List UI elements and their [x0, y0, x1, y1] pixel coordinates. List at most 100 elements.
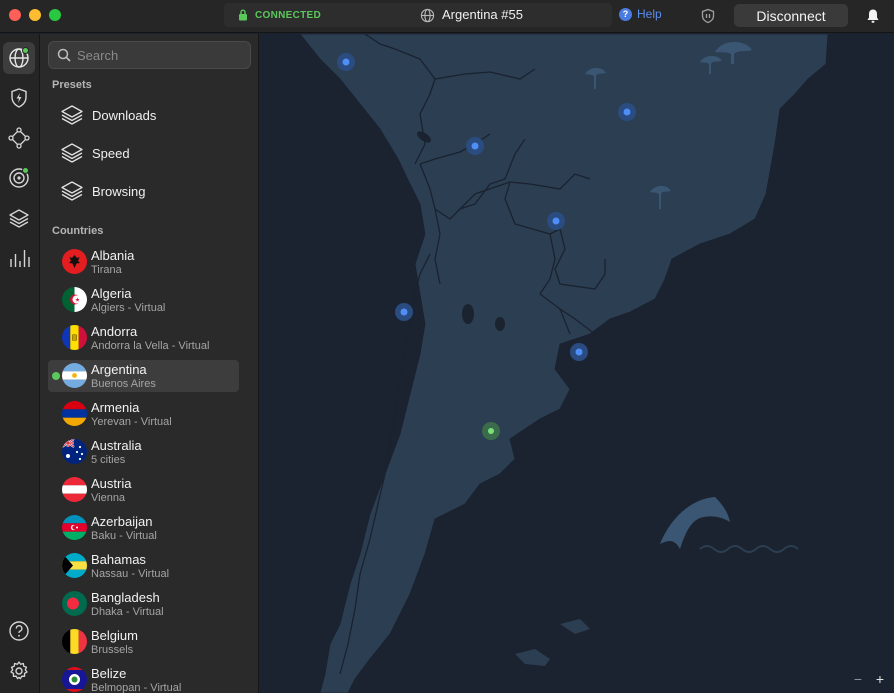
algeria-flag-icon — [62, 287, 87, 312]
country-name: Bahamas — [91, 552, 146, 567]
server-marker[interactable] — [395, 303, 413, 321]
country-name: Argentina — [91, 362, 147, 377]
country-name: Austria — [91, 476, 132, 491]
title-bar: CONNECTED Argentina #55 ? Help Disconnec… — [0, 0, 894, 33]
country-azerbaijan[interactable]: Azerbaijan Baku - Virtual — [48, 512, 239, 544]
close-window-button[interactable] — [9, 9, 21, 21]
gear-icon — [10, 661, 28, 680]
zoom-out-button[interactable]: − — [852, 671, 864, 687]
belize-flag-icon — [62, 667, 87, 692]
country-name: Bangladesh — [91, 590, 160, 605]
country-city: Brussels — [91, 644, 134, 656]
country-city: Andorra la Vella - Virtual — [91, 340, 210, 352]
server-marker[interactable] — [618, 103, 636, 121]
connected-server-marker[interactable] — [482, 422, 500, 440]
rail-globe-button[interactable] — [3, 42, 35, 74]
country-city: Vienna — [91, 492, 126, 504]
country-city: Algiers - Virtual — [91, 302, 166, 314]
shield-lightning-icon — [11, 88, 27, 108]
lake — [462, 304, 474, 324]
australia-flag-icon — [62, 439, 87, 464]
search-icon — [57, 48, 71, 62]
country-name: Armenia — [91, 400, 140, 415]
country-bangladesh[interactable]: Bangladesh Dhaka - Virtual — [48, 588, 239, 620]
azerbaijan-flag-icon — [62, 515, 87, 540]
server-marker[interactable] — [570, 343, 588, 361]
rail-meshnet-button[interactable] — [3, 122, 35, 154]
preset-browsing[interactable]: Browsing — [60, 176, 250, 206]
argentina-flag-icon — [62, 363, 87, 388]
country-city: Nassau - Virtual — [91, 568, 170, 580]
server-marker[interactable] — [337, 53, 355, 71]
connection-status-text: CONNECTED — [255, 10, 322, 21]
server-name: Argentina #55 — [442, 7, 523, 22]
zoom-controls: − + — [852, 671, 886, 687]
minimize-window-button[interactable] — [29, 9, 41, 21]
layers-icon — [61, 181, 83, 201]
notifications-bell-icon[interactable] — [866, 8, 880, 24]
preset-downloads[interactable]: Downloads — [60, 100, 250, 130]
country-bahamas[interactable]: Bahamas Nassau - Virtual — [48, 550, 239, 582]
country-name: Albania — [91, 248, 135, 263]
wave-decoration — [699, 545, 799, 553]
austria-flag-icon — [62, 477, 87, 502]
search-input[interactable] — [77, 46, 245, 64]
world-map[interactable]: − + — [260, 34, 894, 693]
rail-specialty-servers-button[interactable] — [3, 202, 35, 234]
threat-protection-icon[interactable] — [700, 8, 716, 24]
country-argentina[interactable]: Argentina Buenos Aires — [48, 360, 239, 392]
country-city: Buenos Aires — [91, 378, 156, 390]
alert-badge — [22, 167, 29, 174]
country-name: Andorra — [91, 324, 138, 339]
zoom-in-button[interactable]: + — [874, 671, 886, 687]
belgium-flag-icon — [62, 629, 87, 654]
country-name: Belgium — [91, 628, 138, 643]
country-algeria[interactable]: Algeria Algiers - Virtual — [48, 284, 239, 316]
preset-label: Browsing — [92, 183, 146, 199]
preset-label: Downloads — [92, 107, 157, 123]
server-marker[interactable] — [547, 212, 565, 230]
bahamas-flag-icon — [62, 553, 87, 578]
preset-label: Speed — [92, 145, 130, 161]
country-armenia[interactable]: Armenia Yerevan - Virtual — [48, 398, 239, 430]
question-circle-icon: ? — [619, 7, 632, 21]
dolphin-icon — [660, 497, 730, 549]
andorra-flag-icon — [62, 325, 87, 350]
country-andorra[interactable]: Andorra Andorra la Vella - Virtual — [48, 322, 239, 354]
rail-help-button[interactable] — [3, 615, 35, 647]
navigation-rail — [0, 34, 40, 693]
country-city: 5 cities — [91, 454, 126, 466]
rail-threat-protection-button[interactable] — [3, 82, 35, 114]
lock-icon — [239, 9, 247, 21]
app-window: CONNECTED Argentina #55 ? Help Disconnec… — [0, 0, 894, 693]
country-name: Azerbaijan — [91, 514, 153, 529]
country-city: Dhaka - Virtual — [91, 606, 164, 618]
country-australia[interactable]: Australia 5 cities — [48, 436, 239, 468]
rail-settings-button[interactable] — [3, 655, 35, 687]
layers-icon — [61, 105, 83, 125]
armenia-flag-icon — [62, 401, 87, 426]
help-link[interactable]: ? Help — [619, 7, 662, 21]
country-austria[interactable]: Austria Vienna — [48, 474, 239, 506]
search-box — [48, 41, 251, 69]
country-city: Yerevan - Virtual — [91, 416, 172, 428]
server-marker[interactable] — [466, 137, 484, 155]
bar-chart-icon — [10, 250, 30, 267]
zoom-window-button[interactable] — [49, 9, 61, 21]
connected-badge — [22, 47, 29, 54]
rail-stats-button[interactable] — [3, 242, 35, 274]
country-albania[interactable]: Albania Tirana — [48, 246, 239, 278]
layers-icon — [9, 209, 29, 228]
meshnet-icon — [8, 127, 30, 149]
server-sidebar: Presets Downloads Speed Browsing — [40, 34, 259, 693]
country-belgium[interactable]: Belgium Brussels — [48, 626, 239, 658]
globe-icon — [420, 8, 435, 23]
country-city: Belmopan - Virtual — [91, 682, 182, 693]
country-belize[interactable]: Belize Belmopan - Virtual — [48, 664, 239, 693]
rail-dark-web-monitor-button[interactable] — [3, 162, 35, 194]
disconnect-button[interactable]: Disconnect — [734, 4, 848, 27]
island — [560, 619, 590, 634]
country-name: Australia — [91, 438, 142, 453]
country-city: Tirana — [91, 264, 122, 276]
preset-speed[interactable]: Speed — [60, 138, 250, 168]
